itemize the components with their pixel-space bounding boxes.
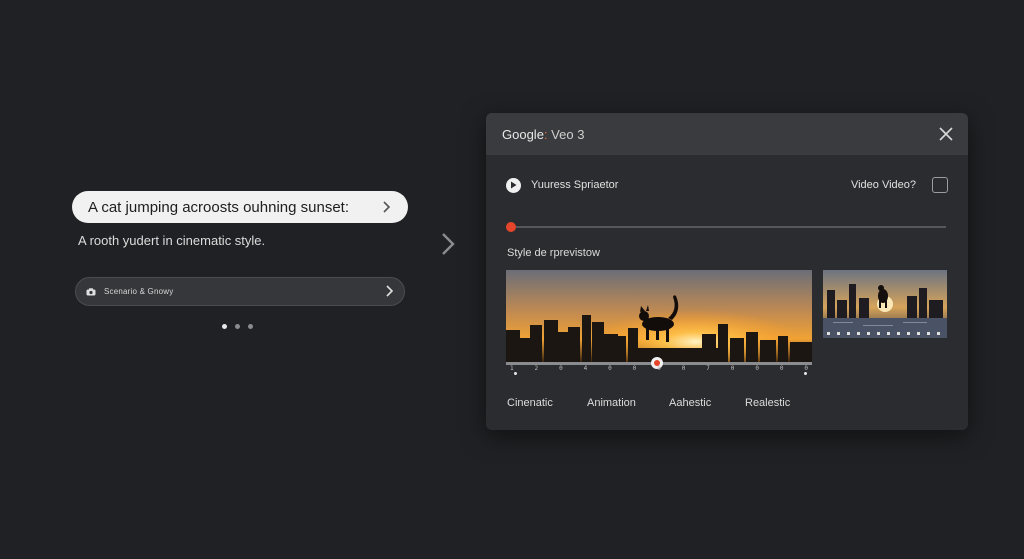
timeline-tick: 0: [804, 365, 808, 372]
brand-separator: :: [543, 126, 548, 142]
side-preview-image[interactable]: [823, 270, 947, 338]
timeline-tick: 0: [559, 365, 563, 372]
dialog-header: Google: Veo 3: [486, 113, 968, 155]
close-icon[interactable]: [938, 126, 954, 142]
style-option[interactable]: Cinenatic: [507, 397, 587, 409]
prompt-chip[interactable]: A cat jumping acroosts ouhning sunset:: [72, 191, 408, 223]
timeline-tick: 7: [706, 365, 710, 372]
timeline-tick: 4: [583, 365, 588, 372]
pagination-dot[interactable]: [222, 324, 227, 329]
style-preview-label: Style de rprevistow: [507, 247, 600, 259]
next-arrow-icon[interactable]: [438, 230, 458, 258]
video-checkbox[interactable]: [932, 177, 948, 193]
chevron-right-icon[interactable]: [384, 284, 394, 299]
brand-product: Veo 3: [551, 126, 585, 142]
tick-marker: [514, 372, 517, 375]
pagination-dot[interactable]: [235, 324, 240, 329]
timeline-tick: 0: [779, 365, 784, 372]
pagination-dots: [222, 324, 253, 329]
veo-dialog: Google: Veo 3 Yuuress Spriaetor Video Vi…: [486, 113, 968, 430]
timeline-tick: 1: [510, 365, 514, 372]
style-options: Cinenatic Animation Aahestic Realestic: [507, 397, 825, 409]
main-preview-image[interactable]: [506, 270, 812, 362]
toggle-label: Yuuress Spriaetor: [531, 179, 619, 191]
timeline-tick: 0: [681, 365, 686, 372]
style-option[interactable]: Animation: [587, 397, 669, 409]
play-icon[interactable]: [506, 177, 521, 193]
brand-google: Google: [502, 126, 544, 142]
timeline-tick: 0: [755, 365, 759, 372]
dialog-title: Google: Veo 3: [502, 127, 938, 142]
timeline-tick: 0: [608, 365, 612, 372]
timeline-tick: 2: [534, 365, 539, 372]
checkbox-label: Video Video?: [850, 179, 916, 191]
scenario-label: Scenario & Gnowy: [104, 287, 174, 296]
scenario-chip[interactable]: Scenario & Gnowy: [75, 277, 405, 306]
style-option[interactable]: Realestic: [745, 397, 825, 409]
chevron-right-icon[interactable]: [378, 199, 394, 215]
pagination-dot[interactable]: [248, 324, 253, 329]
camera-icon: [86, 287, 96, 297]
timeline-tick: 0: [657, 365, 661, 372]
timeline-tick: 0: [730, 365, 735, 372]
slider-knob[interactable]: [506, 222, 516, 232]
tick-marker: [804, 372, 807, 375]
options-row: Yuuress Spriaetor Video Video?: [506, 175, 948, 195]
prompt-subtext: A rooth yudert in cinematic style.: [78, 233, 266, 248]
progress-slider[interactable]: [506, 222, 946, 232]
timeline-tick: 0: [632, 365, 637, 372]
prompt-text: A cat jumping acroosts ouhning sunset:: [88, 198, 349, 216]
style-option[interactable]: Aahestic: [669, 397, 745, 409]
timeline-ticks: 1 2 0 4 0 0 0 0 7 0 0 0 0: [506, 365, 812, 377]
